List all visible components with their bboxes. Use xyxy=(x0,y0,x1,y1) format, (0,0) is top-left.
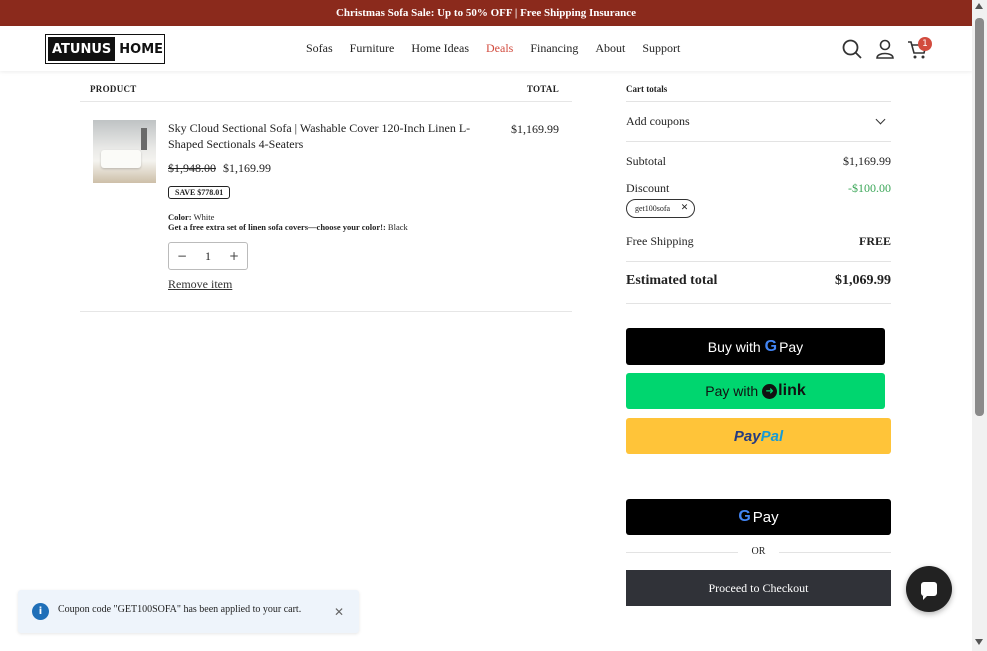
increase-quantity-button[interactable]: + xyxy=(229,249,239,263)
nav-sofas[interactable]: Sofas xyxy=(306,41,333,56)
product-column-header: PRODUCT xyxy=(90,84,137,94)
subtotal-row: Subtotal $1,169.99 xyxy=(626,154,891,169)
divider xyxy=(626,101,891,102)
cart-totals-heading: Cart totals xyxy=(626,84,668,94)
scroll-up-arrow-icon[interactable] xyxy=(975,3,983,9)
line-total: $1,169.99 xyxy=(511,122,559,136)
nav-support[interactable]: Support xyxy=(642,41,680,56)
cart-count-badge: 1 xyxy=(918,37,932,51)
cover-option-label: Get a free extra set of linen sofa cover… xyxy=(168,222,386,232)
shipping-row: Free Shipping FREE xyxy=(626,234,891,249)
color-option-value: White xyxy=(193,212,215,222)
quantity-input[interactable]: 1 xyxy=(205,249,211,264)
product-prices: $1,948.00 $1,169.99 xyxy=(168,161,271,176)
link-arrow-icon: ➜ xyxy=(762,383,778,399)
estimated-total-label: Estimated total xyxy=(626,273,718,288)
discount-value: -$100.00 xyxy=(848,181,891,195)
divider xyxy=(626,261,891,262)
save-badge: SAVE $778.01 xyxy=(168,186,231,199)
cart-line-item: Sky Cloud Sectional Sofa | Washable Cove… xyxy=(80,102,572,312)
nav-deals[interactable]: Deals xyxy=(486,41,513,56)
scrollbar-thumb[interactable] xyxy=(975,18,984,416)
estimated-total-row: Estimated total $1,069.99 xyxy=(626,273,891,289)
coupon-chip: get100sofa ✕ xyxy=(626,199,695,218)
chat-launcher-button[interactable] xyxy=(906,566,952,612)
logo-text-secondary: HOME xyxy=(119,41,164,57)
subtotal-label: Subtotal xyxy=(626,154,667,168)
site-header: ATUNUS HOME Sofas Furniture Home Ideas D… xyxy=(0,26,972,71)
paypal-button[interactable]: Pay Pal xyxy=(626,418,891,454)
remove-item-link[interactable]: Remove item xyxy=(168,277,232,292)
cover-option: Get a free extra set of linen sofa cover… xyxy=(168,222,408,232)
decrease-quantity-button[interactable]: − xyxy=(177,249,187,263)
coupon-code: get100sofa xyxy=(635,204,671,213)
add-coupons-toggle[interactable]: Add coupons xyxy=(626,114,690,129)
shipping-value: FREE xyxy=(858,234,891,248)
close-icon[interactable]: ✕ xyxy=(334,605,344,619)
nav-furniture[interactable]: Furniture xyxy=(350,41,395,56)
product-title-link[interactable]: Sky Cloud Sectional Sofa | Washable Cove… xyxy=(168,120,488,152)
or-label: OR xyxy=(751,546,766,557)
discount-row: Discount -$100.00 xyxy=(626,181,891,196)
coupon-notice: i Coupon code "GET100SOFA" has been appl… xyxy=(18,590,359,633)
nav-about[interactable]: About xyxy=(595,41,625,56)
divider xyxy=(626,141,891,142)
product-thumbnail[interactable] xyxy=(93,120,156,183)
site-logo[interactable]: ATUNUS HOME xyxy=(45,34,165,64)
main-nav: Sofas Furniture Home Ideas Deals Financi… xyxy=(306,26,697,71)
divider xyxy=(626,303,891,304)
link-wordmark: link xyxy=(778,382,806,399)
subtotal-value: $1,169.99 xyxy=(843,154,891,168)
color-option-label: Color: xyxy=(168,212,192,222)
cart-table-header: PRODUCT TOTAL xyxy=(80,78,572,102)
account-icon[interactable] xyxy=(874,38,896,60)
page-scrollbar[interactable] xyxy=(972,0,987,651)
chevron-down-icon[interactable] xyxy=(875,114,886,125)
quantity-stepper: − 1 + xyxy=(168,242,248,270)
google-g-icon: G xyxy=(764,337,778,355)
logo-text-primary: ATUNUS xyxy=(48,37,116,61)
original-price: $1,948.00 xyxy=(168,161,216,175)
estimated-total-value: $1,069.99 xyxy=(835,273,891,288)
nav-home-ideas[interactable]: Home Ideas xyxy=(411,41,469,56)
scroll-down-arrow-icon[interactable] xyxy=(975,639,983,645)
google-pay-button[interactable]: G Pay xyxy=(626,499,891,535)
announcement-bar: Christmas Sofa Sale: Up to 50% OFF | Fre… xyxy=(0,0,972,26)
sale-price: $1,169.99 xyxy=(223,161,271,175)
paypal-pal-wordmark: Pal xyxy=(760,427,784,445)
nav-financing[interactable]: Financing xyxy=(530,41,578,56)
buy-with-google-pay-button[interactable]: Buy with G Pay xyxy=(626,328,885,365)
color-option: Color: White xyxy=(168,212,214,222)
pay-with-link-button[interactable]: Pay with ➜ link xyxy=(626,373,885,409)
paypal-pay-wordmark: Pay xyxy=(733,427,761,445)
gpay-pay-label: Pay xyxy=(752,508,779,526)
cover-option-value: Black xyxy=(387,222,408,232)
buy-with-label: Buy with xyxy=(707,338,761,355)
chat-bubble-icon xyxy=(921,582,937,600)
shipping-label: Free Shipping xyxy=(626,234,694,248)
google-g-icon: G xyxy=(738,508,751,525)
coupon-notice-message: Coupon code "GET100SOFA" has been applie… xyxy=(58,604,302,615)
gpay-pay-label: Pay xyxy=(779,338,804,355)
remove-coupon-icon[interactable]: ✕ xyxy=(679,202,690,213)
search-icon[interactable] xyxy=(841,38,863,60)
proceed-to-checkout-button[interactable]: Proceed to Checkout xyxy=(626,570,891,606)
info-icon: i xyxy=(32,603,49,620)
pay-with-label: Pay with xyxy=(705,383,759,399)
total-column-header: TOTAL xyxy=(526,84,559,94)
discount-label: Discount xyxy=(626,181,670,195)
or-divider: OR xyxy=(626,546,891,560)
